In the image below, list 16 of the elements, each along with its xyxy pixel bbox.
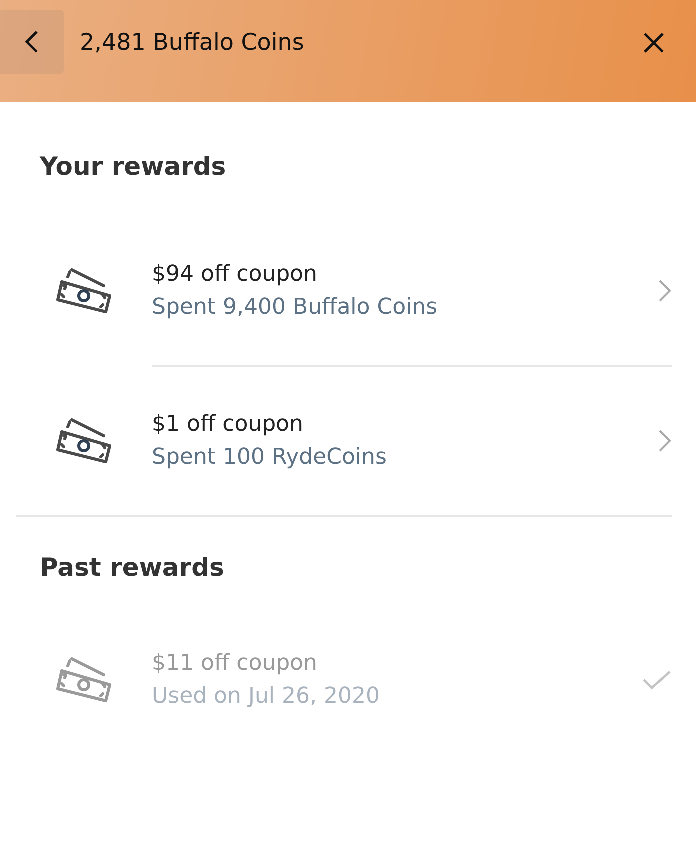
reward-detail: Spent 9,400 Buffalo Coins <box>152 295 439 320</box>
section-heading: Past rewards <box>40 553 226 582</box>
reward-title: $11 off coupon <box>152 651 318 676</box>
back-button[interactable] <box>0 10 64 74</box>
section-heading: Your rewards <box>40 152 228 181</box>
back-icon <box>25 30 39 54</box>
money-icon <box>56 418 114 464</box>
reward-detail: Used on Jul 26, 2020 <box>152 684 381 709</box>
reward-title: $1 off coupon <box>152 412 304 437</box>
money-icon <box>56 268 114 314</box>
money-icon <box>56 657 114 703</box>
chevron-icon[interactable] <box>658 279 672 303</box>
reward-detail: Spent 100 RydeCoins <box>152 445 388 470</box>
reward-title: $94 off coupon <box>152 262 318 287</box>
header-title: 2,481 Buffalo Coins <box>80 30 306 56</box>
chevron-icon[interactable] <box>658 429 672 453</box>
